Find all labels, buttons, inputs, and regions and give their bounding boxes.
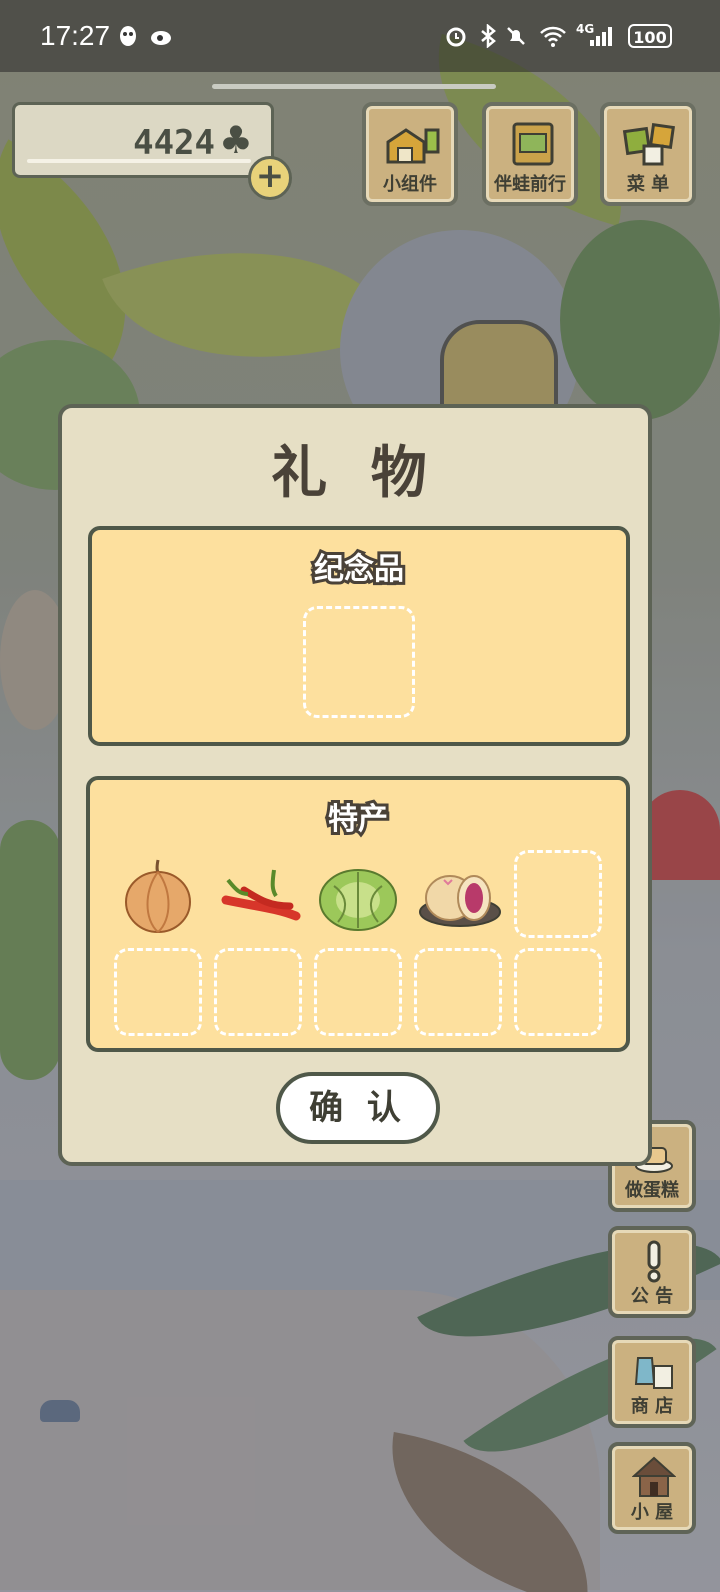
bluetooth-icon xyxy=(481,24,496,48)
widget-label: 小组件 xyxy=(383,174,437,195)
status-time: 17:27 xyxy=(40,20,111,51)
onion-item[interactable] xyxy=(114,850,202,938)
clover-counter: 4424 ♣ xyxy=(12,102,274,178)
notice-button[interactable]: 公 告 xyxy=(608,1226,696,1318)
make-cake-label: 做蛋糕 xyxy=(625,1180,679,1201)
mooncake-item[interactable] xyxy=(414,850,502,938)
souvenir-panel: 纪念品 xyxy=(88,526,630,746)
specialty-title: 特产 xyxy=(325,799,391,840)
chili-peppers-item[interactable] xyxy=(214,850,302,938)
specialty-panel: 特产 xyxy=(86,776,630,1052)
specialty-slot[interactable] xyxy=(114,948,202,1036)
specialty-slot[interactable] xyxy=(414,948,502,1036)
menu-label: 菜 单 xyxy=(626,174,670,195)
wifi-icon xyxy=(540,26,566,47)
mute-bell-icon xyxy=(507,27,525,45)
gift-dialog: 礼 物 纪念品 特产 确 认 xyxy=(58,404,652,1166)
add-clover-button[interactable]: + xyxy=(248,156,292,200)
shop-bag-icon xyxy=(634,1357,673,1389)
clover-icon: ♣ xyxy=(218,118,253,162)
clover-count: 4424 xyxy=(133,123,215,163)
shop-label: 商 店 xyxy=(630,1396,674,1417)
house-label: 小 屋 xyxy=(630,1502,674,1523)
battery-icon: 100 xyxy=(628,24,672,48)
journey-icon xyxy=(512,122,554,166)
menu-icon xyxy=(622,123,675,166)
widget-icon xyxy=(386,128,440,164)
house-button[interactable]: 小 屋 xyxy=(608,1442,696,1534)
house-icon xyxy=(632,1456,676,1497)
confirm-button[interactable]: 确 认 xyxy=(276,1072,440,1144)
signal-icon xyxy=(590,27,612,46)
menu-button[interactable]: 菜 单 xyxy=(600,102,696,206)
exclamation-icon xyxy=(647,1240,661,1283)
souvenir-slot[interactable] xyxy=(303,606,415,718)
cabbage-item[interactable] xyxy=(314,850,402,938)
status-bar: 17:27 4G 100 xyxy=(0,0,720,72)
qq-icon xyxy=(120,26,136,46)
specialty-slot[interactable] xyxy=(514,948,602,1036)
notice-label: 公 告 xyxy=(630,1286,674,1307)
journey-label: 伴蛙前行 xyxy=(494,174,566,195)
specialty-slot[interactable] xyxy=(314,948,402,1036)
journey-button[interactable]: 伴蛙前行 xyxy=(482,102,578,206)
souvenir-title: 纪念品 xyxy=(311,549,407,590)
dialog-title: 礼 物 xyxy=(271,441,439,506)
alarm-icon xyxy=(446,27,466,47)
specialty-slot[interactable] xyxy=(214,948,302,1036)
widget-button[interactable]: 小组件 xyxy=(362,102,458,206)
specialty-slot[interactable] xyxy=(514,850,602,938)
shop-button[interactable]: 商 店 xyxy=(608,1336,696,1428)
weibo-icon xyxy=(151,31,171,45)
drag-handle[interactable] xyxy=(212,84,496,89)
